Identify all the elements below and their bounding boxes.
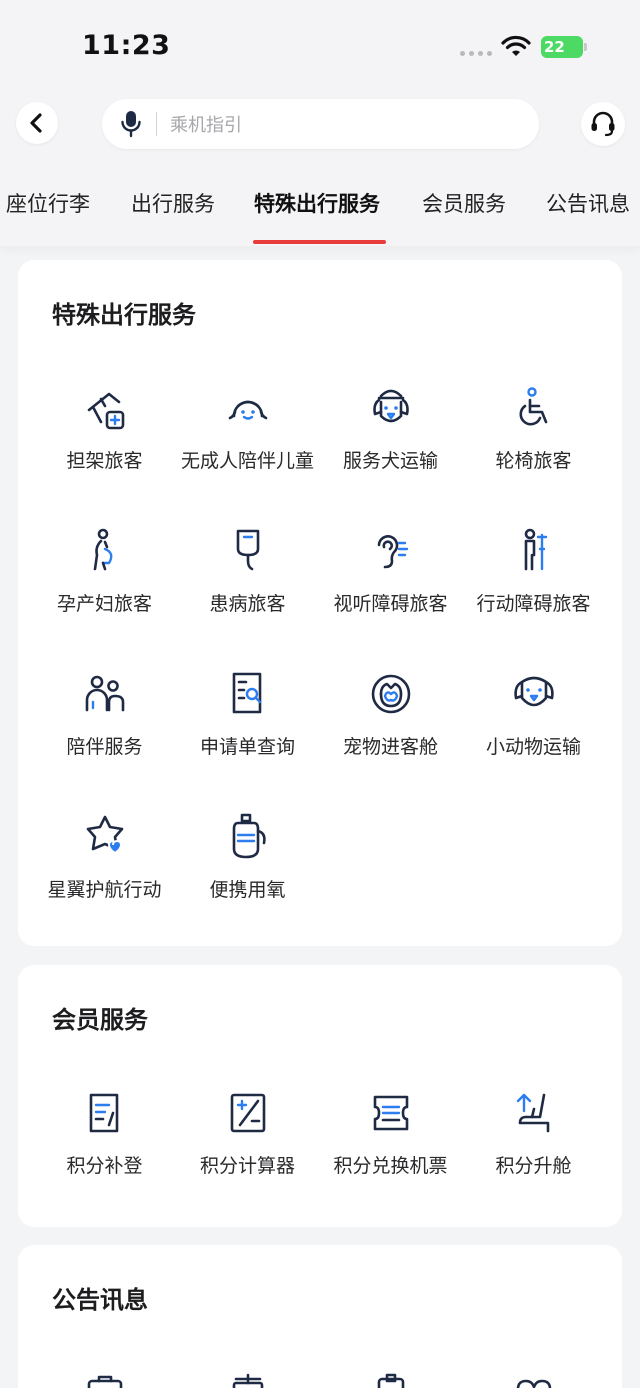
section-title: 特殊出行服务 (52, 301, 196, 329)
member-item-points-register[interactable]: 积分补登 (33, 1087, 176, 1178)
service-item-audio-visual[interactable]: 视听障碍旅客 (319, 525, 462, 616)
service-label: 行动障碍旅客 (476, 593, 591, 615)
member-label: 积分兑换机票 (333, 1155, 448, 1177)
child-icon (228, 400, 267, 420)
briefcase-icon (87, 1375, 122, 1388)
battery-icon: 22 (541, 36, 587, 58)
microphone-icon[interactable] (119, 109, 143, 139)
wheelchair-icon (518, 387, 547, 426)
service-label: 申请单查询 (199, 736, 295, 758)
pet-cabin-icon (371, 674, 410, 714)
service-label: 陪伴服务 (66, 736, 143, 758)
service-label: 孕产妇旅客 (56, 593, 152, 615)
service-item-pregnant[interactable]: 孕产妇旅客 (33, 525, 176, 616)
service-label: 视听障碍旅客 (333, 593, 448, 615)
service-label: 星翼护航行动 (47, 879, 162, 901)
service-item-portable-oxygen[interactable]: 便携用氧 (176, 811, 319, 902)
member-label: 积分补登 (66, 1155, 143, 1177)
service-item-service-dog[interactable]: 服务犬运输 (319, 382, 462, 473)
service-label: 服务犬运输 (342, 450, 438, 472)
announcement-item[interactable] (319, 1369, 462, 1388)
member-label: 积分升舱 (495, 1155, 572, 1177)
service-label: 轮椅旅客 (495, 450, 572, 472)
service-item-wheelchair[interactable]: 轮椅旅客 (462, 382, 605, 473)
ticket-exchange-icon (373, 1095, 408, 1131)
service-item-unaccompanied-minor[interactable]: 无成人陪伴儿童 (176, 382, 319, 473)
calculator-icon (230, 1093, 265, 1133)
announcements-card: 公告讯息 (18, 1245, 622, 1388)
search-divider (156, 112, 157, 136)
heart-icon (516, 1379, 551, 1388)
member-item-seat-upgrade[interactable]: 积分升舱 (462, 1087, 605, 1178)
search-bar[interactable]: 乘机指引 (102, 99, 539, 149)
member-label: 积分计算器 (199, 1155, 295, 1177)
top-bar: 11:23 22 乘机指引 座位行李 出行服务 特殊出行服务 会员服务 公告讯息 (0, 0, 640, 246)
stretcher-icon (87, 392, 124, 430)
special-services-card: 特殊出行服务 担架旅客 无成人陪伴儿童 服务犬运输 轮椅旅客 孕产妇旅客 患病旅… (18, 260, 622, 946)
tab-travel-services[interactable]: 出行服务 (131, 188, 215, 218)
tab-seat-baggage[interactable]: 座位行李 (6, 188, 90, 218)
points-register-icon (89, 1093, 118, 1133)
announcement-item[interactable] (462, 1369, 605, 1388)
chevron-left-icon (30, 113, 42, 133)
customer-service-button[interactable] (581, 102, 625, 146)
service-item-pet-cabin[interactable]: 宠物进客舱 (319, 668, 462, 759)
service-item-star-wing[interactable]: 星翼护航行动 (33, 811, 176, 902)
member-item-calculator[interactable]: 积分计算器 (176, 1087, 319, 1178)
clipboard-icon (377, 1373, 404, 1388)
service-item-small-animal[interactable]: 小动物运输 (462, 668, 605, 759)
crutch-icon (524, 528, 547, 571)
section-title: 会员服务 (52, 1006, 148, 1034)
service-item-companion[interactable]: 陪伴服务 (33, 668, 176, 759)
service-item-sick[interactable]: 患病旅客 (176, 525, 319, 616)
service-dog-icon (372, 389, 409, 423)
active-tab-indicator (253, 240, 386, 244)
wifi-icon (501, 35, 531, 56)
cellular-signal-icon (460, 51, 492, 56)
headset-icon (591, 111, 615, 137)
member-services-card: 会员服务 积分补登 积分计算器 积分兑换机票 积分升舱 (18, 965, 622, 1227)
service-label: 宠物进客舱 (342, 736, 438, 758)
status-time: 11:23 (82, 30, 171, 61)
announcement-item[interactable] (176, 1369, 319, 1388)
service-label: 小动物运输 (485, 736, 581, 758)
announcement-item[interactable] (33, 1369, 176, 1388)
member-item-ticket-exchange[interactable]: 积分兑换机票 (319, 1087, 462, 1178)
service-label: 患病旅客 (209, 593, 286, 615)
hearing-icon (377, 535, 408, 569)
section-title: 公告讯息 (52, 1286, 148, 1314)
service-item-application-query[interactable]: 申请单查询 (176, 668, 319, 759)
category-tabs: 座位行李 出行服务 特殊出行服务 会员服务 公告讯息 (0, 178, 640, 246)
small-animal-icon (513, 676, 554, 707)
tab-special-services[interactable]: 特殊出行服务 (254, 188, 380, 218)
companion-icon (85, 675, 124, 712)
seat-upgrade-icon (516, 1093, 549, 1133)
pregnant-icon (93, 528, 112, 571)
service-label: 便携用氧 (209, 879, 286, 901)
form-search-icon (232, 672, 261, 714)
tab-member-services[interactable]: 会员服务 (422, 188, 506, 218)
star-heart-icon (86, 815, 123, 855)
notice-icon (232, 1373, 263, 1388)
iv-drip-icon (236, 529, 259, 571)
tab-announcements[interactable]: 公告讯息 (546, 188, 630, 218)
service-item-stretcher[interactable]: 担架旅客 (33, 382, 176, 473)
service-item-mobility[interactable]: 行动障碍旅客 (462, 525, 605, 616)
oxygen-icon (232, 813, 266, 859)
service-label: 无成人陪伴儿童 (180, 450, 314, 472)
status-bar: 11:23 22 (0, 0, 640, 90)
search-placeholder[interactable]: 乘机指引 (170, 111, 242, 137)
back-button[interactable] (16, 102, 58, 144)
service-label: 担架旅客 (66, 450, 143, 472)
